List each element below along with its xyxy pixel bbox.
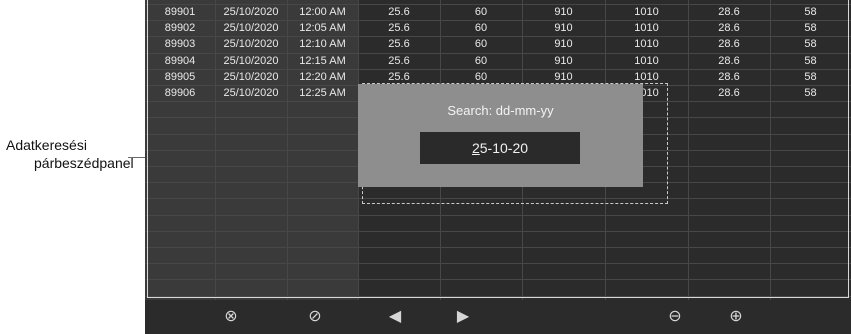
callout-label: Adatkeresési párbeszédpanel	[6, 136, 134, 172]
zoom-in-icon[interactable]: ⊕	[725, 306, 747, 328]
previous-arrow-icon[interactable]: ◀	[384, 306, 406, 328]
next-arrow-icon[interactable]: ▶	[452, 306, 474, 328]
cancel-icon[interactable]: ⊗	[220, 306, 242, 328]
table-frame	[147, 0, 849, 298]
confirm-icon[interactable]: ⊘	[304, 306, 326, 328]
device-screen: 89901 25/10/2020 12:00 AM 25.6 60 910 1010 28.6…	[145, 0, 851, 334]
zoom-out-icon[interactable]: ⊖	[664, 306, 686, 328]
callout-line-2: párbeszédpanel	[34, 155, 134, 171]
callout-line-1: Adatkeresési	[6, 137, 87, 153]
bottom-toolbar: ⊗ ⊘ ◀ ▶ ⊖ ⊕	[145, 300, 851, 334]
